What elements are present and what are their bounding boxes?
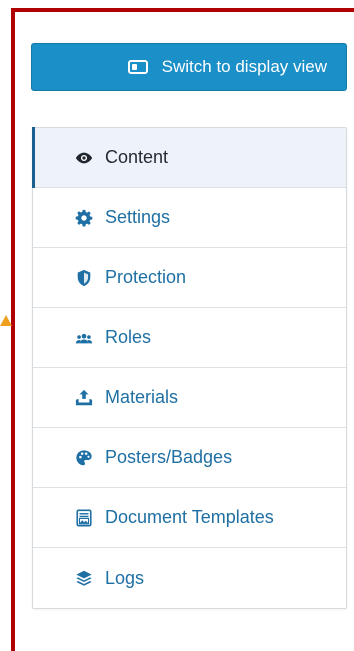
switch-button-label: Switch to display view <box>161 57 327 76</box>
page-frame: Switch to display view Content Settings … <box>0 0 354 651</box>
gear-icon <box>75 209 93 227</box>
nav-item-label: Protection <box>105 267 187 287</box>
side-nav: Content Settings Protection Roles Materi… <box>32 127 347 609</box>
nav-item-protection[interactable]: Protection <box>33 248 346 308</box>
shield-icon <box>75 269 93 287</box>
nav-item-settings[interactable]: Settings <box>33 188 346 248</box>
upload-tray-icon <box>75 389 93 407</box>
nav-item-label: Logs <box>105 567 145 588</box>
document-image-icon <box>75 509 93 527</box>
marker-triangle-icon <box>0 315 12 326</box>
highlight-border-top <box>11 8 354 12</box>
nav-item-label: Posters/Badges <box>105 447 233 467</box>
nav-item-posters-badges[interactable]: Posters/Badges <box>33 428 346 488</box>
nav-item-label: Materials <box>105 387 179 407</box>
nav-item-label: Settings <box>105 207 171 227</box>
layers-icon <box>75 569 93 587</box>
highlight-border-left <box>11 8 15 651</box>
nav-item-logs[interactable]: Logs <box>33 548 346 608</box>
nav-item-label: Content <box>105 147 169 167</box>
nav-item-document-templates[interactable]: Document Templates <box>33 488 346 548</box>
switch-to-display-view-button[interactable]: Switch to display view <box>31 43 347 91</box>
display-toggle-icon <box>127 60 148 74</box>
nav-item-content[interactable]: Content <box>32 127 346 188</box>
nav-item-label: Roles <box>105 327 152 347</box>
nav-item-roles[interactable]: Roles <box>33 308 346 368</box>
users-icon <box>75 329 93 347</box>
palette-icon <box>75 449 93 467</box>
nav-item-label: Document Templates <box>105 507 274 527</box>
eye-icon <box>75 149 93 167</box>
nav-item-materials[interactable]: Materials <box>33 368 346 428</box>
